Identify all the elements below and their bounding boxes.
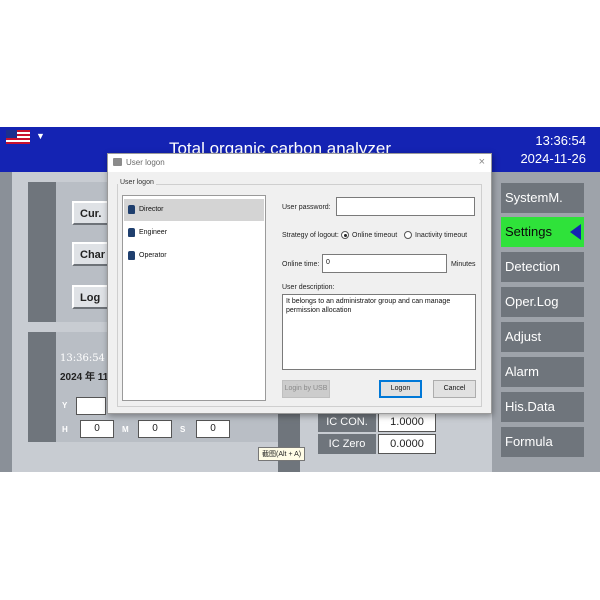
user-icon	[128, 205, 135, 214]
user-logon-dialog: User logon × User logon Director Enginee…	[107, 153, 492, 414]
user-icon	[128, 251, 135, 260]
h-label: H	[62, 425, 68, 434]
ic-zero-label: IC Zero	[318, 434, 376, 454]
dialog-title: User logon	[126, 158, 165, 167]
us-flag-icon[interactable]	[6, 130, 30, 144]
minute-field[interactable]: 0	[138, 420, 172, 438]
hour-field[interactable]: 0	[80, 420, 114, 438]
menu-item-adjust[interactable]: Adjust	[501, 322, 584, 352]
user-label: Engineer	[139, 229, 168, 236]
login-by-usb-button[interactable]: Login by USB	[282, 380, 330, 398]
left-strip	[0, 172, 12, 472]
online-timeout-radio[interactable]	[341, 231, 349, 239]
user-item-director[interactable]: Director	[124, 199, 264, 221]
panel-clock: 13:36:54	[60, 353, 105, 364]
menu-item-label: SystemM.	[505, 190, 563, 205]
panel-strip	[28, 182, 56, 322]
menu-item-hisdata[interactable]: His.Data	[501, 392, 584, 422]
user-label: Operator	[139, 252, 167, 259]
window-icon	[113, 158, 122, 166]
online-time-label: Online time:	[282, 261, 320, 268]
panel-strip	[28, 332, 56, 442]
minutes-label: Minutes	[451, 261, 476, 268]
clock-date: 2024-11-26	[520, 151, 586, 166]
logon-button[interactable]: Logon	[379, 380, 422, 398]
user-item-operator[interactable]: Operator	[124, 245, 264, 267]
menu-item-label: Adjust	[505, 329, 542, 344]
panel-date: 2024 年 11	[60, 372, 109, 383]
menu-item-label: Alarm	[505, 364, 539, 379]
triangle-down-icon[interactable]: ▼	[36, 131, 45, 141]
ic-con-value[interactable]: 1.0000	[378, 412, 436, 432]
password-label: User password:	[282, 204, 331, 211]
menu-item-label: Oper.Log	[505, 294, 559, 309]
ic-panel: IC CON. 1.0000 IC Zero 0.0000	[278, 412, 448, 472]
dialog-titlebar[interactable]: User logon ×	[108, 154, 491, 172]
ic-con-label: IC CON.	[318, 412, 376, 432]
triangle-left-icon	[570, 224, 581, 240]
user-label: Director	[139, 206, 164, 213]
cancel-button[interactable]: Cancel	[433, 380, 476, 398]
panel-strip	[278, 412, 300, 472]
radio-dot	[343, 233, 347, 237]
inactivity-timeout-radio[interactable]	[404, 231, 412, 239]
ic-zero-value[interactable]: 0.0000	[378, 434, 436, 454]
second-field[interactable]: 0	[196, 420, 230, 438]
menu-item-formula[interactable]: Formula	[501, 427, 584, 457]
description-label: User description:	[282, 284, 335, 291]
menu-item-label: Formula	[505, 434, 553, 449]
y-label: Y	[62, 401, 68, 410]
menu-item-operlog[interactable]: Oper.Log	[501, 287, 584, 317]
screenshot-tooltip: 截图(Alt + A)	[258, 447, 306, 461]
m-label: M	[122, 425, 129, 434]
online-time-input[interactable]: 0	[322, 254, 447, 273]
close-icon[interactable]: ×	[479, 156, 485, 168]
user-icon	[128, 228, 135, 237]
side-menu: SystemM. Settings Detection Oper.Log Adj…	[492, 172, 600, 472]
user-list[interactable]: Director Engineer Operator	[122, 195, 266, 401]
menu-item-alarm[interactable]: Alarm	[501, 357, 584, 387]
menu-item-detection[interactable]: Detection	[501, 252, 584, 282]
menu-item-label: Settings	[505, 224, 552, 239]
group-title: User logon	[118, 179, 156, 186]
year-field[interactable]	[76, 397, 106, 415]
clock-time: 13:36:54	[535, 133, 586, 148]
inactivity-timeout-label[interactable]: Inactivity timeout	[415, 232, 467, 239]
menu-item-label: His.Data	[505, 399, 555, 414]
s-label: S	[180, 425, 186, 434]
strategy-label: Strategy of logout:	[282, 232, 339, 239]
menu-item-settings[interactable]: Settings	[501, 217, 584, 247]
menu-item-label: Detection	[505, 259, 560, 274]
password-input[interactable]	[336, 197, 475, 216]
user-item-engineer[interactable]: Engineer	[124, 222, 264, 244]
flag-canton	[6, 130, 17, 138]
menu-item-systemm[interactable]: SystemM.	[501, 183, 584, 213]
description-textarea[interactable]: It belongs to an administrator group and…	[282, 294, 476, 370]
online-timeout-label[interactable]: Online timeout	[352, 232, 397, 239]
